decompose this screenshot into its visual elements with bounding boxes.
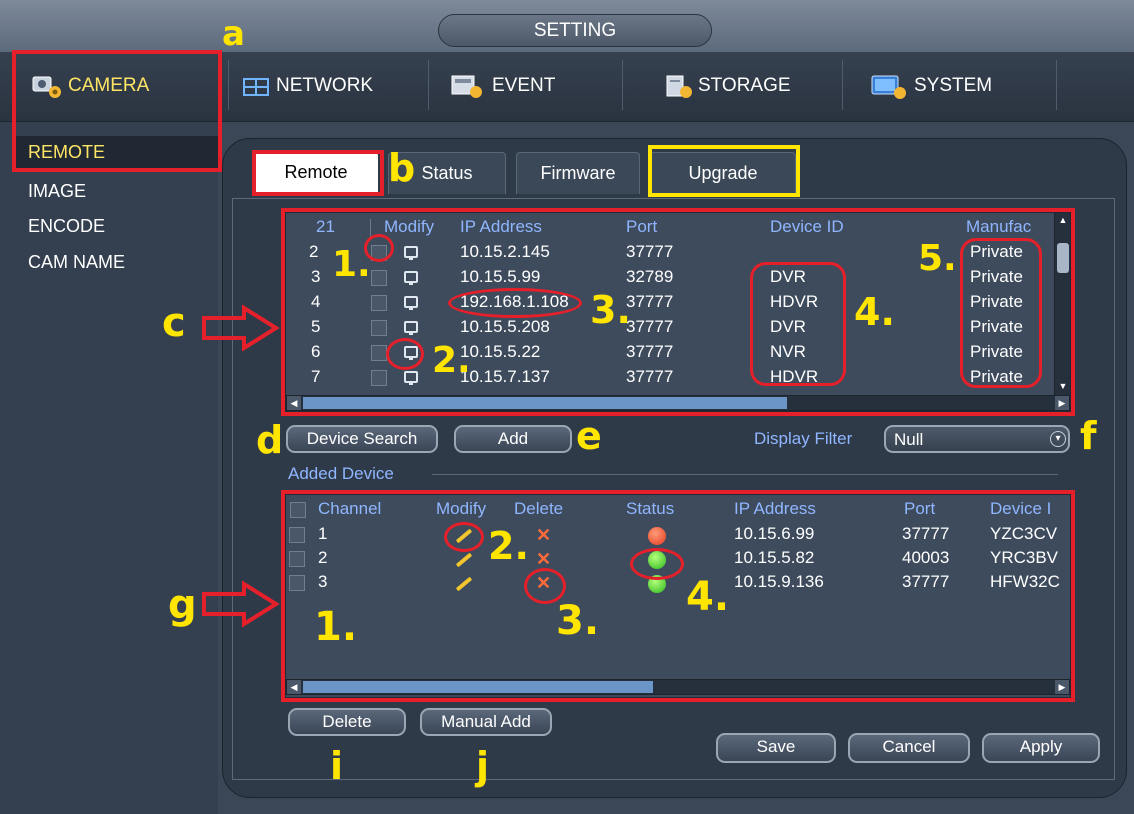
annotation-label-b: b xyxy=(388,146,416,190)
annotation-arrow-g xyxy=(202,580,280,628)
menu-item-label: NETWORK xyxy=(276,75,374,96)
annotation-label-c: c xyxy=(162,300,186,346)
annotation-num-2-top: 2. xyxy=(432,340,471,381)
annotation-num-2-bottom: 2. xyxy=(488,524,529,568)
sidebar-item-encode[interactable]: ENCODE xyxy=(28,216,105,237)
annotation-label-d: d xyxy=(256,418,284,462)
annotation-num-1-top: 1. xyxy=(332,244,371,285)
annotation-oval-status-bottom xyxy=(630,548,684,580)
annotation-box-b xyxy=(252,150,384,196)
display-filter-label: Display Filter xyxy=(754,429,853,448)
annotation-oval-modify xyxy=(386,338,424,370)
system-icon xyxy=(870,73,910,99)
annotation-label-a: a xyxy=(222,14,245,54)
annotation-oval-manufacturer xyxy=(960,238,1042,388)
add-button[interactable]: Add xyxy=(454,425,572,453)
annotation-label-j: j xyxy=(476,744,490,788)
sidebar-item-cam-name[interactable]: CAM NAME xyxy=(28,252,125,273)
annotation-num-4-bottom: 4. xyxy=(686,574,730,620)
manual-add-button[interactable]: Manual Add xyxy=(420,708,552,736)
menu-divider xyxy=(622,60,623,110)
delete-button[interactable]: Delete xyxy=(288,708,406,736)
dropdown-arrow-icon: ▾ xyxy=(1050,431,1066,447)
section-divider xyxy=(432,474,1058,475)
cancel-button[interactable]: Cancel xyxy=(848,733,970,763)
menu-item-label: SYSTEM xyxy=(914,75,993,96)
apply-button[interactable]: Apply xyxy=(982,733,1100,763)
page-title: SETTING xyxy=(438,14,712,47)
menu-divider xyxy=(1056,60,1057,110)
annotation-oval-ip xyxy=(448,288,582,318)
menu-divider xyxy=(228,60,229,110)
sidebar-item-image[interactable]: IMAGE xyxy=(28,181,86,202)
annotation-label-f: f xyxy=(1080,414,1097,458)
annotation-num-5-top: 5. xyxy=(918,238,957,279)
menu-item-label: EVENT xyxy=(492,75,556,96)
annotation-box-g xyxy=(281,490,1075,702)
annotation-num-4-top: 4. xyxy=(854,290,895,334)
annotation-num-3-top: 3. xyxy=(590,288,631,332)
menu-item-network[interactable]: NETWORK xyxy=(242,58,373,114)
display-filter-select[interactable]: Null ▾ xyxy=(884,425,1070,453)
annotation-oval-device-id xyxy=(750,262,846,386)
menu-item-system[interactable]: SYSTEM xyxy=(870,58,992,114)
menu-item-storage[interactable]: STORAGE xyxy=(664,58,791,114)
storage-icon xyxy=(664,73,694,99)
annotation-label-g: g xyxy=(168,582,197,628)
menu-divider xyxy=(842,60,843,110)
annotation-label-i: i xyxy=(330,744,344,788)
display-filter-value: Null xyxy=(894,430,924,449)
added-device-label: Added Device xyxy=(288,464,394,483)
save-button[interactable]: Save xyxy=(716,733,836,763)
menu-divider xyxy=(428,60,429,110)
annotation-num-1-bottom: 1. xyxy=(314,604,358,650)
device-search-button[interactable]: Device Search xyxy=(286,425,438,453)
annotation-oval-modify-bottom xyxy=(444,522,484,552)
menu-item-event[interactable]: EVENT xyxy=(448,58,555,114)
tab-firmware[interactable]: Firmware xyxy=(516,152,640,194)
menu-item-label: STORAGE xyxy=(698,75,791,96)
annotation-num-3-bottom: 3. xyxy=(556,598,600,644)
annotation-arrow-c xyxy=(202,304,280,352)
annotation-label-e: e xyxy=(576,414,602,458)
network-icon xyxy=(242,73,272,99)
event-icon xyxy=(448,73,488,99)
annotation-box-a xyxy=(12,50,222,172)
annotation-box-upgrade xyxy=(648,145,800,197)
